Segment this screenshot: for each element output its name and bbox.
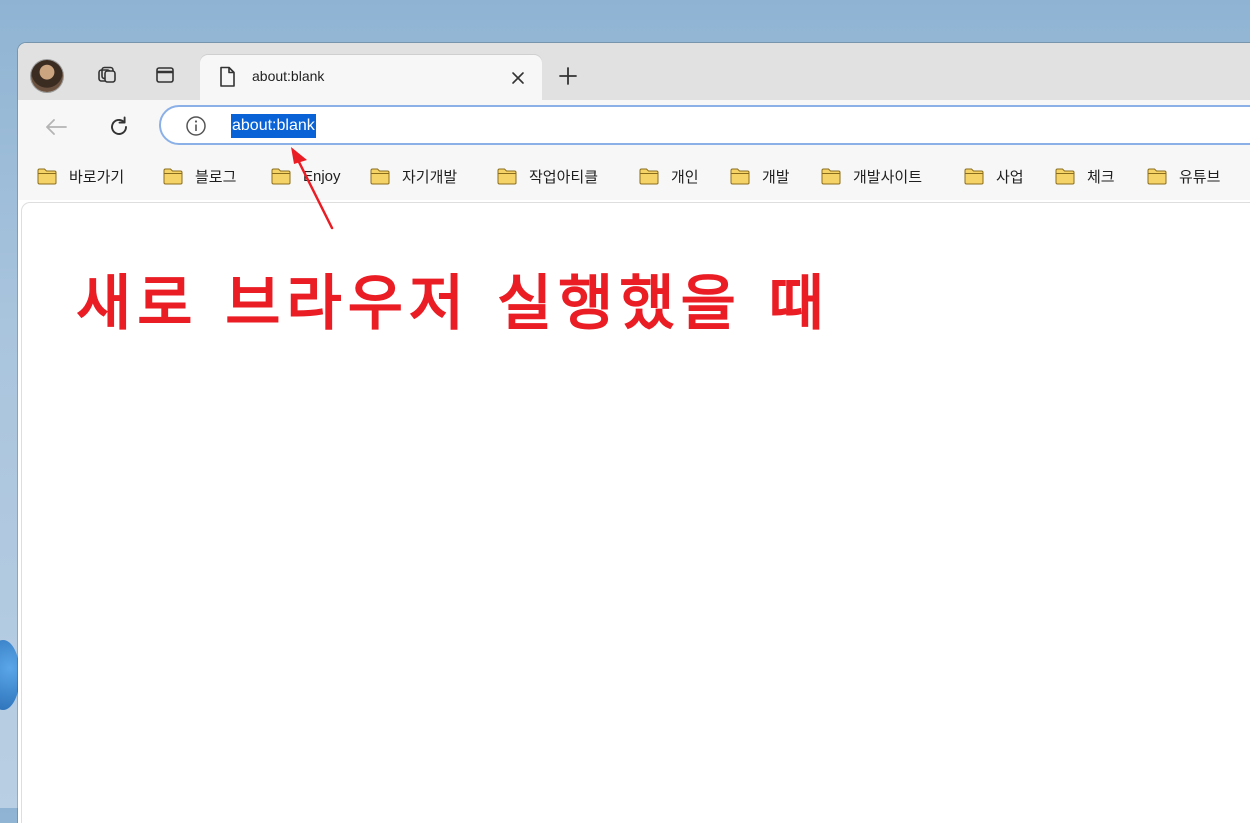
new-tab-button[interactable] <box>553 61 583 91</box>
bookmark-folder[interactable]: 작업아티클 <box>497 163 598 189</box>
bookmark-label: 개인 <box>671 168 699 186</box>
bookmark-label: 개발사이트 <box>853 168 923 186</box>
annotation-arrow <box>291 147 334 230</box>
tab-title: about:blank <box>252 68 325 84</box>
address-text-selected[interactable]: about:blank <box>231 114 316 138</box>
folder-icon <box>370 168 390 184</box>
bookmark-label: 개발 <box>762 168 790 186</box>
back-button[interactable] <box>39 110 73 144</box>
folder-icon <box>1147 168 1167 184</box>
refresh-button[interactable] <box>102 110 136 144</box>
folder-icon <box>1055 168 1075 184</box>
bookmark-folder[interactable]: 개발 <box>730 163 790 189</box>
bookmark-label: 사업 <box>996 168 1024 186</box>
bookmark-folder[interactable]: 사업 <box>964 163 1024 189</box>
bookmark-folder[interactable]: 개발사이트 <box>821 163 922 189</box>
bookmark-folder[interactable]: 체크 <box>1055 163 1115 189</box>
profile-avatar[interactable] <box>31 60 63 92</box>
folder-icon <box>639 168 659 184</box>
folder-icon <box>163 168 183 184</box>
bookmark-label: 블로그 <box>195 168 237 186</box>
tab-strip: about:blank <box>18 43 1250 100</box>
tab-about-blank[interactable]: about:blank <box>200 55 542 100</box>
folder-icon <box>730 168 750 184</box>
annotation-caption: 새로 브라우저 실행했을 때 <box>76 269 830 339</box>
desktop-background-shape <box>0 640 20 710</box>
tab-close-button[interactable] <box>506 66 530 90</box>
bookmark-folder[interactable]: 자기개발 <box>370 163 457 189</box>
vertical-tabs-button[interactable] <box>149 59 181 91</box>
bookmark-folder[interactable]: 블로그 <box>163 163 236 189</box>
workspaces-button[interactable] <box>91 59 123 91</box>
bookmark-label: 유튜브 <box>1179 168 1221 186</box>
workspaces-icon <box>98 66 116 83</box>
vertical-tabs-icon <box>156 67 174 83</box>
info-icon[interactable] <box>185 115 207 137</box>
browser-window: about:blank about:blank 바로가기 블로그 Enjoy 자… <box>18 43 1250 823</box>
refresh-icon <box>111 116 127 135</box>
bookmark-folder[interactable]: 바로가기 <box>37 163 124 189</box>
address-bar[interactable]: about:blank <box>159 105 1250 145</box>
page-icon <box>220 66 235 87</box>
folder-icon <box>497 168 517 184</box>
bookmark-label: 바로가기 <box>69 168 125 186</box>
bookmarks-bar: 바로가기 블로그 Enjoy 자기개발 작업아티클 개인 개발 개발사이트 사업… <box>18 152 1250 200</box>
folder-icon <box>964 168 984 184</box>
folder-icon <box>821 168 841 184</box>
bookmark-label: 체크 <box>1087 168 1115 186</box>
arrow-left-icon <box>46 119 67 135</box>
bookmark-label: 자기개발 <box>402 168 458 186</box>
close-icon <box>512 72 524 84</box>
address-toolbar: about:blank <box>18 100 1250 152</box>
folder-icon <box>37 168 57 184</box>
bookmark-label: 작업아티클 <box>529 168 599 186</box>
bookmark-folder[interactable]: 유튜브 <box>1147 163 1220 189</box>
plus-icon <box>559 67 577 85</box>
bookmark-folder[interactable]: 개인 <box>639 163 699 189</box>
